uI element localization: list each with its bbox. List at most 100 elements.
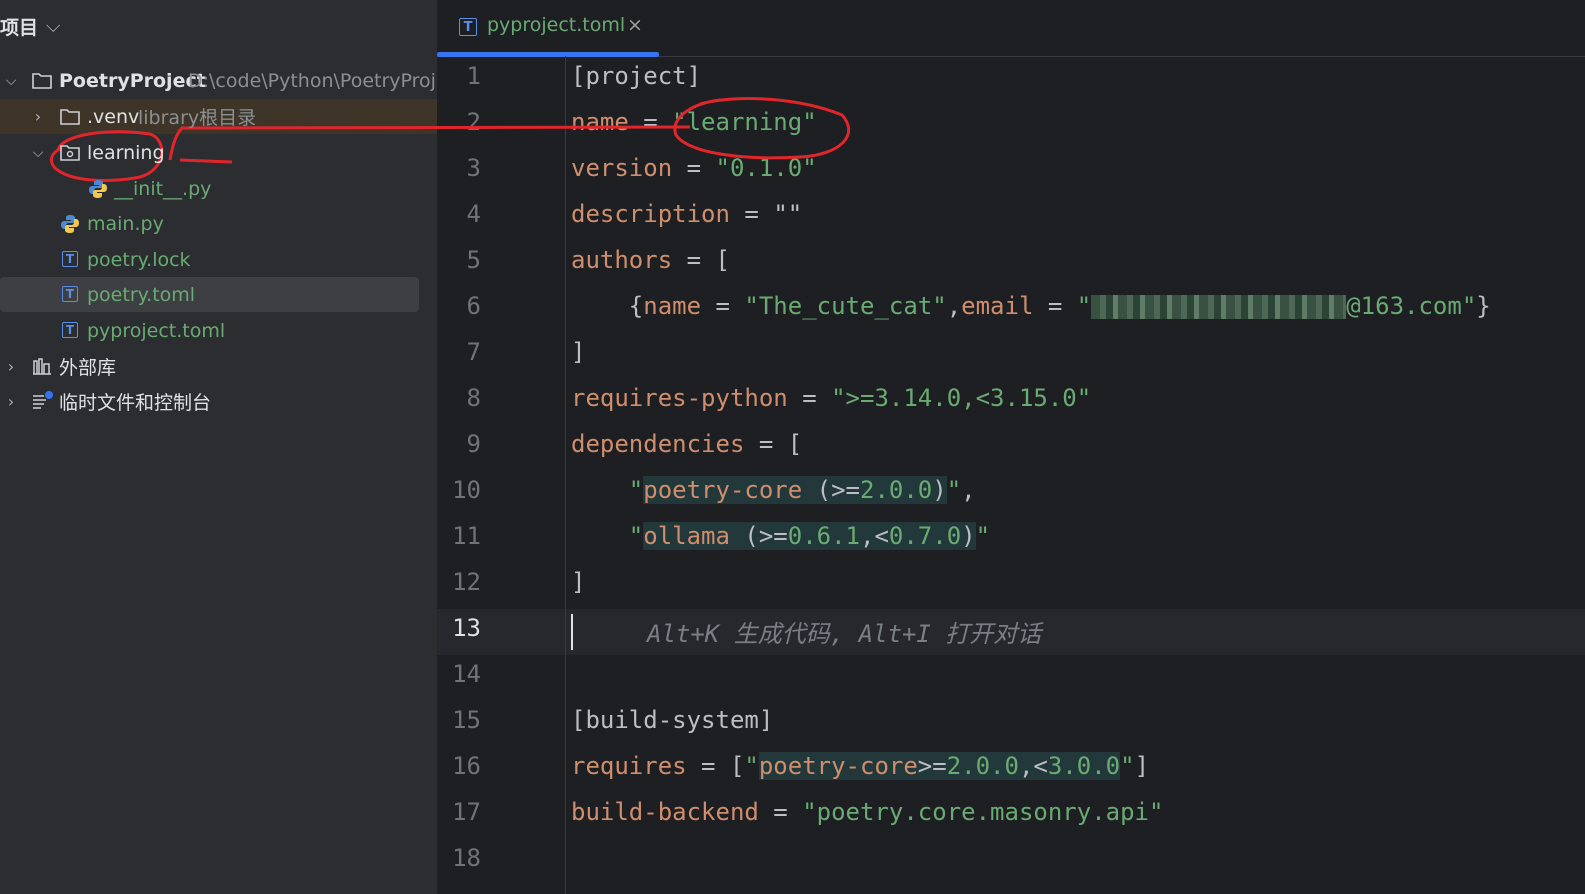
tree-item-init-py[interactable]: __init__.py [0, 171, 437, 206]
punctuation: , [961, 476, 976, 504]
code-line-5: authors = [ [571, 246, 730, 274]
chevron-right-icon[interactable]: › [4, 357, 18, 376]
line-number: 6 [466, 292, 481, 320]
editor-tab-bar: T pyproject.toml × [437, 0, 1585, 57]
tab-pyproject-toml[interactable]: T pyproject.toml × [437, 0, 659, 57]
tree-item-learning[interactable]: ⌵ learning [0, 135, 437, 170]
line-number-gutter[interactable]: 1 2 3 4 5 6 7 8 9 10 11 12 13 14 15 16 1… [437, 56, 566, 894]
code-line-10: "poetry-core (>=2.0.0)", [571, 476, 976, 504]
code-line-13[interactable]: Alt+K 生成代码, Alt+I 打开对话 [647, 614, 1041, 649]
redacted-email-blur [1091, 295, 1347, 319]
toml-string: "The_cute_cat" [744, 292, 947, 320]
operator: = [729, 200, 774, 228]
folder-icon [32, 73, 52, 89]
operator: = [672, 154, 716, 182]
code-line-4: description = "" [571, 200, 802, 228]
table-header: [project] [571, 62, 702, 90]
operator: = [787, 384, 832, 412]
chevron-down-icon[interactable]: ⌵ [46, 15, 60, 37]
tree-item-poetry-toml[interactable]: T poetry.toml [0, 277, 437, 312]
line-number: 4 [466, 200, 481, 228]
quote: " [946, 476, 962, 504]
code-line-17: build-backend = "poetry.core.masonry.api… [571, 798, 1163, 826]
toml-file-icon: T [62, 322, 78, 338]
chevron-down-icon[interactable]: ⌵ [4, 73, 18, 89]
code-line-9: dependencies = [ [571, 430, 802, 458]
toml-string: "0.1.0" [715, 154, 817, 182]
line-number: 18 [452, 844, 481, 872]
toml-string: "poetry.core.masonry.api" [802, 798, 1164, 826]
toml-key: authors [571, 246, 673, 274]
line-number: 1 [466, 62, 481, 90]
tree-item-label: poetry.toml [87, 283, 196, 306]
operator: = [ [672, 246, 730, 274]
version-op: (>= [729, 522, 788, 550]
quote: " [628, 476, 644, 504]
tree-item-main-py[interactable]: main.py [0, 206, 437, 241]
scratches-icon [33, 391, 53, 409]
tree-item-label: main.py [87, 212, 164, 235]
tree-item-scratches-consoles[interactable]: › 临时文件和控制台 [0, 384, 437, 419]
toml-file-icon: T [62, 251, 78, 267]
punctuation: ) [932, 476, 947, 504]
package-folder-icon [60, 145, 80, 161]
punctuation: ] [571, 338, 586, 366]
code-editor[interactable]: T pyproject.toml × 1 2 3 4 5 6 7 8 9 10 … [437, 0, 1585, 894]
line-number-active: 13 [452, 614, 481, 642]
toml-key: name [643, 292, 702, 320]
punctuation: , [946, 292, 962, 320]
version-number: 2.0.0 [946, 752, 1019, 780]
table-header: [build-system] [571, 706, 774, 734]
toml-key: requires [571, 752, 687, 780]
project-panel: 项目 ⌵ ⌵ PoetryProject D:\code\Python\Poet… [0, 0, 437, 894]
toml-key: dependencies [571, 430, 745, 458]
tree-item-external-libraries[interactable]: › 外部库 [0, 349, 437, 384]
tree-item-label: 外部库 [59, 357, 117, 379]
tree-item-label: poetry.lock [87, 248, 191, 271]
folder-icon [60, 109, 80, 125]
quote: " [744, 752, 759, 780]
punctuation: { [571, 292, 644, 320]
line-number: 16 [452, 752, 481, 780]
line-number: 14 [452, 660, 481, 688]
toml-string: "learning" [672, 108, 817, 136]
tree-item-poetry-lock[interactable]: T poetry.lock [0, 242, 437, 277]
tree-item-pyproject-toml[interactable]: T pyproject.toml [0, 313, 437, 348]
line-number: 10 [452, 476, 481, 504]
toml-file-icon: T [62, 286, 78, 302]
tree-item-label: learning [87, 141, 165, 164]
line-number: 12 [452, 568, 481, 596]
chevron-right-icon[interactable]: › [31, 107, 45, 126]
toml-key: build-backend [571, 798, 759, 826]
python-icon [89, 180, 107, 198]
tree-item-label: PoetryProject [59, 69, 206, 92]
line-number: 8 [466, 384, 481, 412]
code-line-2: name = "learning" [571, 108, 817, 136]
punctuation: ] [1134, 752, 1150, 780]
code-line-1: [project] [571, 62, 701, 90]
operator: = [ [744, 430, 803, 458]
code-line-12: ] [571, 568, 585, 596]
punctuation: ] [571, 568, 586, 596]
operator: = [758, 798, 803, 826]
tree-item-label: .venv [87, 105, 140, 128]
chevron-right-icon[interactable]: › [4, 392, 18, 411]
project-panel-header[interactable]: 项目 ⌵ [0, 8, 60, 44]
toml-key: email [961, 292, 1034, 320]
line-number: 17 [452, 798, 481, 826]
tree-item-poetryproject[interactable]: ⌵ PoetryProject D:\code\Python\PoetryPro… [0, 63, 437, 98]
tree-item-venv[interactable]: › .venv library根目录 [0, 99, 437, 134]
line-number: 2 [466, 108, 481, 136]
chevron-down-icon[interactable]: ⌵ [31, 145, 45, 161]
toml-string: @163.com" [1346, 292, 1477, 320]
close-icon[interactable]: × [627, 14, 643, 36]
operator: = [701, 292, 745, 320]
toml-key: name [571, 108, 629, 136]
code-line-15: [build-system] [571, 706, 773, 734]
tab-label: pyproject.toml [487, 14, 626, 36]
version-number: 3.0.0 [1047, 752, 1121, 780]
version-op: (>= [802, 476, 860, 504]
dependency-name: poetry-core [758, 752, 918, 780]
